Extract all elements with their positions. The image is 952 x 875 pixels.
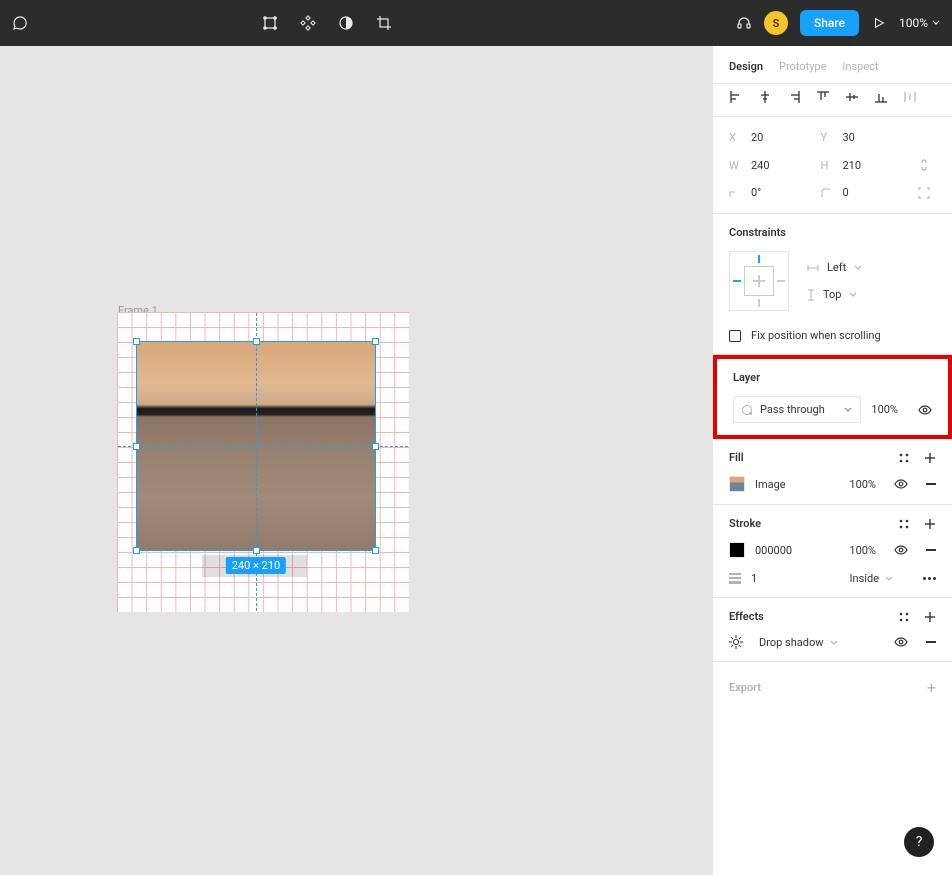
stroke-swatch[interactable]: [729, 542, 745, 558]
avatar[interactable]: S: [764, 11, 788, 35]
present-icon[interactable]: [871, 15, 887, 31]
blend-mode-icon: [742, 405, 752, 415]
effect-visibility-toggle[interactable]: [894, 635, 908, 649]
resize-handle-l[interactable]: [133, 443, 140, 450]
distribute-icon: [903, 90, 917, 104]
constrain-proportions-icon[interactable]: [912, 158, 936, 172]
stroke-opacity-field[interactable]: 100%: [849, 544, 876, 557]
layer-title: Layer: [733, 371, 932, 384]
x-field[interactable]: X20: [729, 131, 821, 144]
frame[interactable]: 240 × 210: [117, 312, 409, 612]
add-fill-icon[interactable]: [924, 452, 936, 464]
align-hcenter-icon[interactable]: [758, 90, 772, 104]
guide-horizontal: [118, 446, 408, 447]
align-left-icon[interactable]: [729, 90, 743, 104]
corner-radius-field[interactable]: 0: [821, 186, 913, 199]
frame-tool-icon[interactable]: [262, 15, 278, 31]
y-field[interactable]: Y30: [821, 131, 913, 144]
export-title: Export: [729, 681, 761, 694]
layer-visibility-toggle[interactable]: [918, 403, 932, 417]
blend-mode-select[interactable]: Pass through: [733, 396, 861, 423]
fix-position-label: Fix position when scrolling: [751, 329, 881, 342]
resize-handle-r[interactable]: [372, 443, 379, 450]
resize-handle-tr[interactable]: [372, 338, 379, 345]
add-stroke-icon[interactable]: [924, 518, 936, 530]
size-badge: 240 × 210: [226, 557, 286, 574]
effect-type-select[interactable]: Drop shadow: [759, 636, 838, 649]
align-bottom-icon[interactable]: [874, 90, 888, 104]
constraint-horizontal-select[interactable]: Left: [807, 261, 862, 274]
constraint-vertical-select[interactable]: Top: [807, 288, 862, 301]
help-button[interactable]: ?: [904, 827, 934, 857]
fill-title: Fill: [729, 451, 744, 464]
stroke-align-select[interactable]: Inside: [850, 572, 893, 585]
constraints-title: Constraints: [729, 226, 936, 239]
canvas[interactable]: Frame 1 240 × 210: [0, 46, 712, 875]
components-icon[interactable]: [300, 15, 316, 31]
stroke-weight-field[interactable]: 1: [751, 572, 757, 585]
height-field[interactable]: H210: [821, 158, 913, 172]
fill-type: Image: [755, 478, 786, 491]
align-vcenter-icon[interactable]: [845, 90, 859, 104]
independent-corners-icon[interactable]: [912, 186, 936, 199]
resize-handle-b[interactable]: [253, 547, 260, 554]
speech-bubble-icon[interactable]: [12, 15, 28, 31]
tab-design[interactable]: Design: [729, 60, 763, 73]
headphones-icon[interactable]: [736, 15, 752, 31]
add-effect-icon[interactable]: [924, 611, 936, 623]
stroke-advanced-icon[interactable]: [923, 577, 936, 580]
share-button[interactable]: Share: [800, 10, 859, 36]
rotation-field[interactable]: 0°: [729, 186, 821, 199]
mask-icon[interactable]: [338, 15, 354, 31]
properties-panel: Design Prototype Inspect X20 Y30 W240 H2…: [712, 46, 952, 875]
effect-settings-icon[interactable]: [729, 635, 743, 649]
stroke-visibility-toggle[interactable]: [894, 543, 908, 557]
zoom-value: 100%: [899, 16, 928, 30]
crop-icon[interactable]: [376, 15, 392, 31]
resize-handle-t[interactable]: [253, 338, 260, 345]
effects-title: Effects: [729, 610, 764, 623]
fill-visibility-toggle[interactable]: [894, 477, 908, 491]
stroke-weight-icon: [729, 573, 741, 584]
stroke-title: Stroke: [729, 517, 761, 530]
fill-styles-icon[interactable]: [898, 452, 910, 464]
fill-opacity-field[interactable]: 100%: [849, 478, 876, 491]
tab-prototype[interactable]: Prototype: [779, 60, 826, 73]
fix-position-checkbox[interactable]: [729, 330, 741, 342]
resize-handle-bl[interactable]: [133, 547, 140, 554]
resize-handle-tl[interactable]: [133, 338, 140, 345]
width-field[interactable]: W240: [729, 158, 821, 172]
constraints-widget[interactable]: [729, 251, 789, 311]
stroke-color-field[interactable]: 000000: [755, 544, 792, 557]
add-export-icon[interactable]: +: [927, 678, 936, 697]
align-right-icon[interactable]: [787, 90, 801, 104]
fill-swatch[interactable]: [729, 476, 745, 492]
effects-styles-icon[interactable]: [898, 611, 910, 623]
stroke-styles-icon[interactable]: [898, 518, 910, 530]
align-top-icon[interactable]: [816, 90, 830, 104]
remove-effect-icon[interactable]: [926, 641, 936, 643]
remove-fill-icon[interactable]: [926, 483, 936, 485]
zoom-level[interactable]: 100%: [899, 16, 940, 30]
tab-inspect[interactable]: Inspect: [842, 60, 878, 73]
resize-handle-br[interactable]: [372, 547, 379, 554]
remove-stroke-icon[interactable]: [926, 549, 936, 551]
selected-image-layer[interactable]: 240 × 210: [136, 341, 376, 551]
layer-opacity-field[interactable]: 100%: [871, 403, 898, 416]
